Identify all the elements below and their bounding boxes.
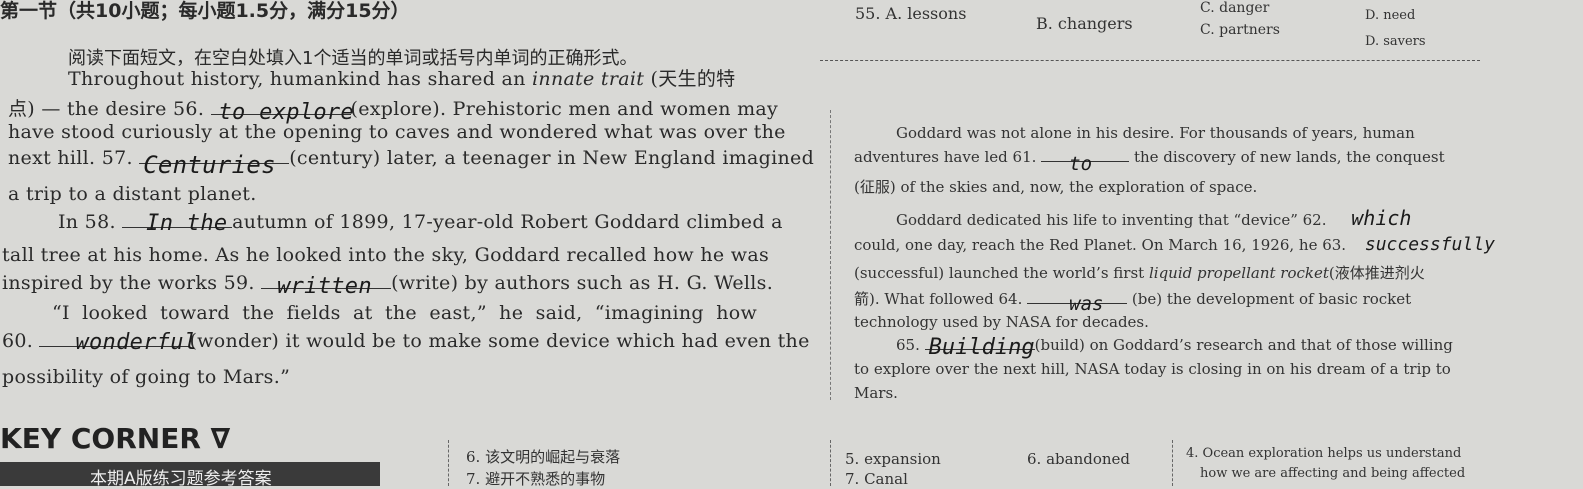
left-line-5: a trip to a distant planet. [8,183,257,205]
right-line-7: 箭). What followed 64. was (be) the devel… [854,290,1412,315]
left-line-11: possibility of going to Mars.” [2,366,291,388]
footer-divider-3 [1172,440,1173,486]
right-line-5: could, one day, reach the Red Planet. On… [854,234,1495,255]
right-line-8: technology used by NASA for decades. [854,313,1149,331]
option-55b: B. changers [1036,14,1133,33]
left-line-10: 60. wonderful (wonder) it would be to mak… [2,330,810,355]
answer-63: successfully [1364,234,1495,255]
answer-key-c1a: 6. 该文明的崛起与衰落 [466,448,621,466]
column-divider [830,110,831,400]
answer-64: was [1069,293,1104,315]
option-55d-1: D. need [1365,8,1416,23]
right-line-1: Goddard was not alone in his desire. For… [896,124,1415,142]
left-line-7: tall tree at his home. As he looked into… [2,244,769,266]
right-line-6: (successful) launched the world’s first … [854,264,1425,282]
left-line-4: next hill. 57. Centuries (century) later,… [8,147,815,179]
answer-key-c2b: 7. Canal [845,470,908,488]
answer-key-c4a: 4. Ocean exploration helps us understand [1186,446,1462,461]
answers-banner-text: 本期A版练习题参考答案 [90,469,272,489]
answers-banner: 本期A版练习题参考答案 [0,462,380,489]
answer-58: In the [146,211,228,236]
footer-divider-2 [830,440,831,486]
option-55c-1: C. danger [1200,0,1270,16]
answer-65: Building [928,335,1035,360]
answer-key-c2a: 5. expansion [845,450,941,468]
right-line-11: Mars. [854,384,898,402]
answer-key-c4b: how we are affecting and being affected [1200,466,1466,481]
right-line-4: Goddard dedicated his life to inventing … [896,206,1412,230]
left-line-1: Throughout history, humankind has shared… [68,68,736,90]
answer-57: Centuries [143,151,276,179]
option-55c-2: C. partners [1200,22,1280,38]
answer-60: wonderful [75,330,198,355]
key-corner-title: KEY CORNER ∇ [0,422,231,455]
dashed-divider [820,60,1480,61]
option-55d-2: D. savers [1365,34,1426,49]
left-line-6: In 58. In the autumn of 1899, 17-year-old… [58,211,783,236]
answer-61: to [1069,153,1093,175]
left-line-8: inspired by the works 59. written (write)… [2,272,774,299]
right-line-10: to explore over the next hill, NASA toda… [854,360,1451,378]
section-title: 第一节（共10小题；每小题1.5分，满分15分） [0,0,410,22]
footer-divider-1 [448,440,449,486]
answer-key-c3: 6. abandoned [1027,450,1131,468]
option-55a: 55. A. lessons [855,4,967,23]
answer-59: written [277,274,372,299]
right-line-2: adventures have led 61. to the discovery… [854,148,1445,175]
left-line-3: have stood curiously at the opening to c… [8,121,786,143]
left-line-2: 点) — the desire 56. to explore (explore).… [8,98,779,125]
left-line-9: “I looked toward the fields at the east,… [52,302,758,324]
right-line-9: 65. Building (build) on Goddard’s researc… [896,335,1453,360]
right-line-3: (征服) of the skies and, now, the explorat… [854,178,1258,196]
answer-62: which [1351,206,1412,230]
